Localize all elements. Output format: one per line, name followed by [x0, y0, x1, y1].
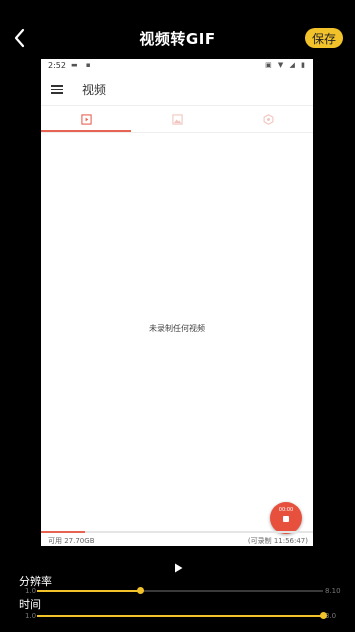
resolution-max: 8.10	[325, 587, 341, 595]
menu-icon[interactable]	[51, 85, 63, 94]
save-button[interactable]: 保存	[305, 28, 343, 48]
tab-bar	[41, 106, 313, 133]
system-icons: ▣ ▼ ◢ ▮	[265, 61, 307, 69]
app-bar-title: 视频	[82, 83, 107, 97]
video-preview: 2:52 ▬ ▪ ▣ ▼ ◢ ▮ 视频 未录制任何视频 00:00 可用 27.…	[41, 59, 313, 546]
top-bar: 视频转GIF 保存	[0, 0, 355, 58]
app-bar: 视频	[41, 73, 313, 106]
resolution-slider-thumb[interactable]	[136, 587, 144, 594]
status-bar: 2:52 ▬ ▪ ▣ ▼ ◢ ▮	[41, 59, 313, 73]
tab-gif[interactable]	[223, 106, 313, 132]
duration-slider-thumb[interactable]	[320, 612, 327, 619]
storage-bar-fill	[41, 531, 85, 533]
recordable-time: (可录制 11:56:47)	[247, 537, 308, 545]
available-storage: 可用 27.70GB	[48, 537, 95, 545]
notification-icons: ▬ ▪	[71, 61, 94, 69]
empty-message: 未录制任何视频	[149, 324, 205, 333]
resolution-min: 1.0	[25, 587, 37, 595]
tab-images[interactable]	[132, 106, 222, 132]
hexagon-icon	[263, 113, 273, 125]
duration-label: 时间	[19, 598, 41, 611]
resolution-slider[interactable]	[37, 587, 323, 594]
duration-slider[interactable]	[37, 612, 327, 619]
play-icon	[175, 563, 183, 573]
stop-icon	[283, 516, 289, 522]
tab-indicator	[41, 130, 131, 132]
page-title: 视频转GIF	[139, 30, 216, 48]
play-button[interactable]	[172, 559, 184, 573]
storage-bar	[41, 531, 313, 533]
record-timer: 00:00	[278, 507, 294, 513]
record-button[interactable]: 00:00	[270, 502, 302, 534]
duration-slider-fill	[37, 615, 323, 617]
image-icon	[171, 113, 183, 125]
status-time: 2:52	[48, 61, 66, 70]
tab-videos[interactable]	[41, 106, 131, 132]
resolution-slider-fill	[37, 590, 140, 592]
duration-min: 1.0	[25, 612, 37, 620]
video-icon	[80, 113, 92, 125]
